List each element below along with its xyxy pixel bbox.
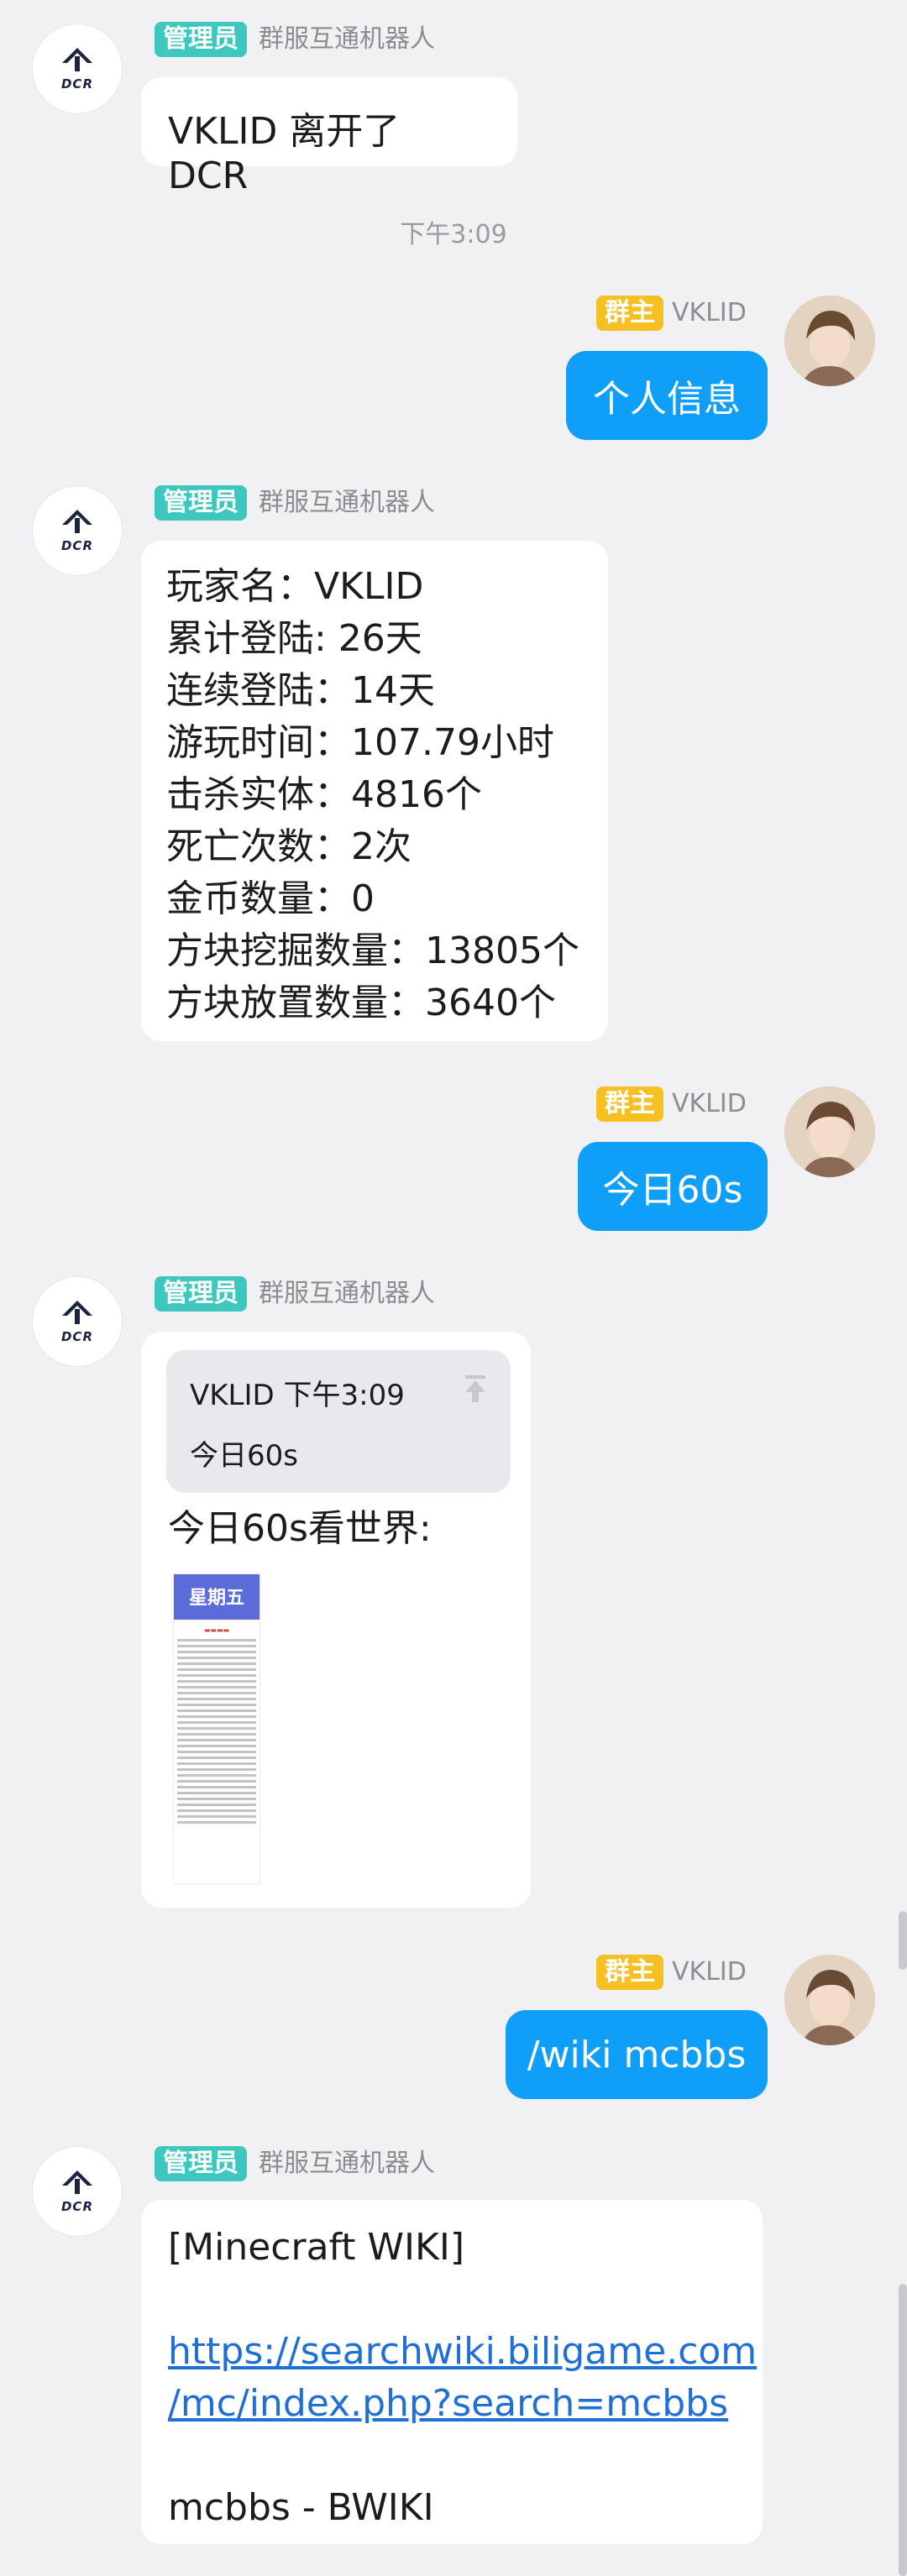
- message-text: 今日60s: [602, 1169, 743, 1212]
- anime-avatar-icon: [784, 1955, 875, 2045]
- info-line: 连续登陆：14天: [166, 669, 435, 712]
- wiki-title: [Minecraft WIKI]: [168, 2226, 464, 2269]
- user-avatar[interactable]: [784, 296, 875, 386]
- player-info-bubble[interactable]: 玩家名：VKLID 累计登陆: 26天 连续登陆：14天 游玩时间：107.79…: [141, 541, 608, 1041]
- news-bubble[interactable]: VKLID 下午3:09 今日60s 今日60s看世界: 星期五 ▬▬▬▬: [141, 1332, 531, 1908]
- sender-name: 群服互通机器人: [259, 24, 435, 54]
- dcr-logo-icon: [62, 510, 92, 533]
- bot-avatar[interactable]: DCR: [32, 1276, 123, 1367]
- message-text: VKLID 离开了 DCR: [168, 110, 401, 197]
- owner-badge: 群主: [596, 296, 663, 331]
- player-info-lines: 玩家名：VKLID 累计登陆: 26天 连续登陆：14天 游玩时间：107.79…: [166, 561, 583, 1029]
- dcr-logo-icon: [62, 48, 92, 71]
- admin-badge: 管理员: [155, 22, 247, 57]
- sender-name: VKLID: [672, 298, 747, 327]
- wiki-bubble[interactable]: [Minecraft WIKI] https://searchwiki.bili…: [141, 2200, 763, 2544]
- info-line: 死亡次数：2次: [166, 825, 412, 868]
- user-avatar[interactable]: [784, 1086, 875, 1177]
- scrollbar-track[interactable]: [899, 2284, 907, 2576]
- logo-text: DCR: [60, 76, 93, 92]
- user-avatar[interactable]: [784, 1955, 875, 2045]
- info-line: 累计登陆: 26天: [166, 617, 422, 660]
- bot-avatar[interactable]: DCR: [32, 24, 123, 114]
- jump-up-icon[interactable]: [459, 1372, 492, 1406]
- message-text: 个人信息: [593, 378, 741, 421]
- admin-badge: 管理员: [155, 1276, 247, 1312]
- message-text: 今日60s看世界:: [168, 1507, 432, 1550]
- message-bubble-self[interactable]: /wiki mcbbs: [506, 2010, 768, 2099]
- anime-avatar-icon: [784, 296, 875, 386]
- info-line: 方块放置数量：3640个: [166, 982, 556, 1024]
- news-image-thumbnail[interactable]: 星期五 ▬▬▬▬: [173, 1573, 260, 1884]
- info-line: 方块挖掘数量：13805个: [166, 929, 579, 972]
- info-line: 击杀实体：4816个: [166, 773, 482, 816]
- wiki-link-line1[interactable]: https://searchwiki.biligame.com: [168, 2326, 757, 2378]
- anime-avatar-icon: [784, 1086, 875, 1177]
- sender-name: 群服互通机器人: [259, 488, 435, 517]
- sender-name: 群服互通机器人: [259, 1279, 435, 1308]
- sender-name: 群服互通机器人: [259, 2149, 435, 2178]
- owner-badge: 群主: [596, 1086, 663, 1122]
- dcr-logo-icon: [62, 1301, 92, 1324]
- info-line: 游玩时间：107.79小时: [166, 721, 554, 764]
- bot-avatar[interactable]: DCR: [32, 2146, 123, 2237]
- wiki-link-line2[interactable]: /mc/index.php?search=mcbbs: [168, 2378, 736, 2430]
- message-bubble-self[interactable]: 今日60s: [578, 1142, 768, 1231]
- quote-text: 今日60s: [190, 1439, 298, 1473]
- message-bubble-self[interactable]: 个人信息: [566, 351, 768, 440]
- message-text: /wiki mcbbs: [527, 2033, 747, 2076]
- logo-text: DCR: [60, 1329, 93, 1344]
- quote-header: VKLID 下午3:09: [190, 1379, 405, 1412]
- message-bubble[interactable]: VKLID 离开了 DCR: [141, 77, 517, 197]
- admin-badge: 管理员: [155, 485, 247, 521]
- sender-name: VKLID: [672, 1957, 747, 1987]
- wiki-footer: mcbbs - BWIKI: [168, 2486, 434, 2529]
- info-line: 金币数量：0: [166, 877, 375, 920]
- info-line: 玩家名：VKLID: [166, 565, 424, 608]
- thumbnail-heading: ▬▬▬▬: [203, 1626, 230, 1634]
- logo-text: DCR: [60, 2199, 93, 2214]
- bot-avatar[interactable]: DCR: [32, 485, 123, 576]
- admin-badge: 管理员: [155, 2146, 247, 2181]
- sender-name: VKLID: [672, 1089, 747, 1118]
- dcr-logo-icon: [62, 2170, 92, 2194]
- owner-badge: 群主: [596, 1955, 663, 1990]
- quoted-message[interactable]: VKLID 下午3:09 今日60s: [166, 1350, 511, 1493]
- thumbnail-title: 星期五: [174, 1574, 260, 1620]
- scrollbar-thumb[interactable]: [899, 1911, 907, 1970]
- message-timestamp: 下午3:09: [400, 220, 507, 249]
- logo-text: DCR: [60, 538, 93, 553]
